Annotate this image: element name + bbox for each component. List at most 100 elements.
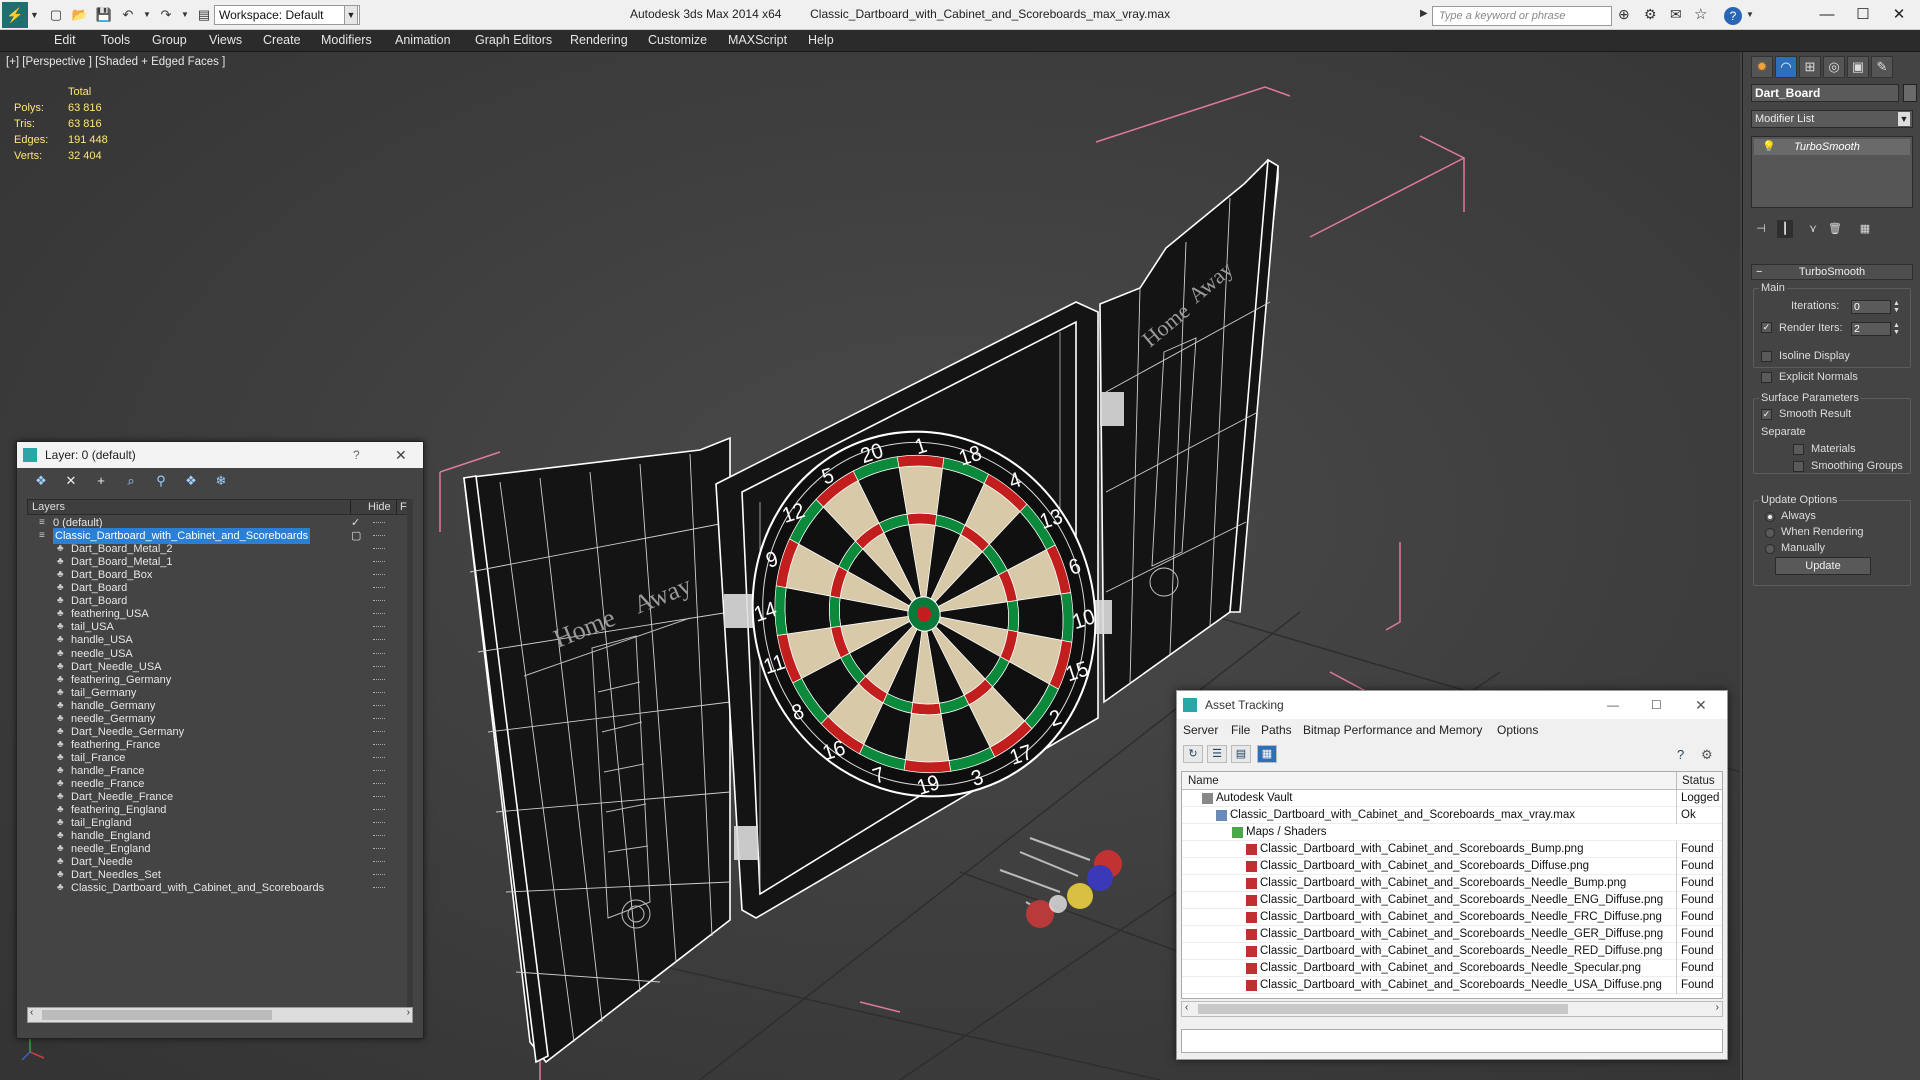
asset-row[interactable]: Maps / Shaders <box>1182 824 1722 841</box>
freeze-toggle[interactable] <box>373 587 385 589</box>
freeze-toggle[interactable] <box>373 874 385 876</box>
asset-row[interactable]: Classic_Dartboard_with_Cabinet_and_Score… <box>1182 977 1722 994</box>
select-layer-objects-icon[interactable]: ⌕ <box>121 472 141 490</box>
undo-dropdown-icon[interactable]: ▼ <box>142 5 152 25</box>
table-view-icon[interactable]: ▦ <box>1257 745 1277 763</box>
scroll-left-icon[interactable]: ‹ <box>1185 1002 1188 1013</box>
menu-tools[interactable]: Tools <box>101 33 130 47</box>
help-icon[interactable]: ? <box>353 442 360 468</box>
turbosmooth-rollout-header[interactable]: − TurboSmooth <box>1751 264 1913 280</box>
freeze-toggle[interactable] <box>373 769 385 772</box>
asset-row[interactable]: Classic_Dartboard_with_Cabinet_and_Score… <box>1182 909 1722 926</box>
render-iters-spinner[interactable]: 2 <box>1851 322 1891 336</box>
menu-customize[interactable]: Customize <box>648 33 707 47</box>
app-menu-arrow-icon[interactable]: ▼ <box>30 10 39 20</box>
configure-sets-icon[interactable]: ▦ <box>1857 220 1873 238</box>
col-hide[interactable]: Hide <box>368 500 391 514</box>
create-layer-icon[interactable]: ❖ <box>31 472 51 490</box>
iterations-spinner[interactable]: 0 <box>1851 300 1891 314</box>
materials-checkbox[interactable] <box>1793 444 1804 455</box>
menu-create[interactable]: Create <box>263 33 301 47</box>
workspace-dropdown[interactable]: Workspace: Default ▼ <box>214 5 360 25</box>
freeze-toggle[interactable] <box>373 717 385 720</box>
layer-horizontal-scrollbar[interactable]: ‹ › <box>27 1007 413 1023</box>
object-name-field[interactable]: Dart_Board <box>1751 84 1899 102</box>
asset-menu-file[interactable]: File <box>1231 719 1250 741</box>
isoline-display-checkbox[interactable] <box>1761 351 1772 362</box>
menu-edit[interactable]: Edit <box>54 33 76 47</box>
render-iters-checkbox[interactable]: ✓ <box>1761 322 1772 333</box>
highlight-layer-icon[interactable]: ⚲ <box>151 472 171 490</box>
search-input[interactable]: Type a keyword or phrase <box>1432 6 1612 26</box>
freeze-toggle[interactable] <box>373 665 385 668</box>
project-folder-icon[interactable]: ▤ <box>194 5 214 25</box>
rollout-collapse-icon[interactable]: − <box>1756 265 1762 279</box>
search-expand-icon[interactable]: ▶ <box>1420 8 1428 19</box>
lightbulb-icon[interactable]: 💡 <box>1762 139 1776 155</box>
scroll-right-icon[interactable]: › <box>407 1007 410 1018</box>
manually-radio[interactable] <box>1765 544 1775 554</box>
explicit-normals-checkbox[interactable] <box>1761 372 1772 383</box>
maximize-icon[interactable]: ☐ <box>1651 691 1662 719</box>
freeze-toggle[interactable] <box>373 522 385 524</box>
freeze-toggle[interactable] <box>373 548 385 550</box>
modifier-list-dropdown[interactable]: Modifier List ▼ <box>1751 110 1913 128</box>
menu-help[interactable]: Help <box>808 33 834 47</box>
asset-settings-icon[interactable]: ⚙ <box>1701 747 1713 763</box>
freeze-all-layers-icon[interactable]: ❄ <box>211 472 231 490</box>
freeze-toggle[interactable] <box>373 848 385 850</box>
add-to-layer-icon[interactable]: + <box>91 472 111 490</box>
display-tab-icon[interactable]: ▣ <box>1847 56 1869 78</box>
undo-icon[interactable]: ↶ <box>118 5 138 25</box>
minimize-icon[interactable]: — <box>1607 691 1619 719</box>
help-dropdown-icon[interactable]: ▼ <box>1746 10 1754 19</box>
always-radio[interactable] <box>1765 512 1775 522</box>
freeze-toggle[interactable] <box>373 835 385 837</box>
create-tab-icon[interactable]: ✹ <box>1751 56 1773 78</box>
show-end-result-icon[interactable]: ┃ <box>1777 220 1793 238</box>
chevron-down-icon[interactable]: ▼ <box>1898 112 1910 126</box>
freeze-toggle[interactable] <box>373 535 385 537</box>
col-name[interactable]: Name <box>1188 772 1219 790</box>
motion-tab-icon[interactable]: ◎ <box>1823 56 1845 78</box>
freeze-toggle[interactable] <box>373 822 385 824</box>
help-icon[interactable]: ? <box>1724 7 1742 25</box>
asset-help-icon[interactable]: ? <box>1677 747 1684 762</box>
menu-animation[interactable]: Animation <box>395 33 451 47</box>
list-view-icon[interactable]: ☰ <box>1207 745 1227 763</box>
asset-row[interactable]: Classic_Dartboard_with_Cabinet_and_Score… <box>1182 960 1722 977</box>
asset-row[interactable]: Classic_Dartboard_with_Cabinet_and_Score… <box>1182 943 1722 960</box>
menu-modifiers[interactable]: Modifiers <box>321 33 372 47</box>
thumbnail-view-icon[interactable]: ▤ <box>1231 745 1251 763</box>
menu-group[interactable]: Group <box>152 33 187 47</box>
delete-layer-icon[interactable]: ✕ <box>61 472 81 490</box>
make-unique-icon[interactable]: ⋎ <box>1805 220 1821 238</box>
freeze-toggle[interactable] <box>373 704 385 707</box>
freeze-toggle[interactable] <box>373 600 385 602</box>
close-icon[interactable]: ✕ <box>1695 691 1707 719</box>
freeze-toggle[interactable] <box>373 730 385 733</box>
freeze-toggle[interactable] <box>373 796 385 798</box>
stack-item-turbosmooth[interactable]: 💡 TurboSmooth <box>1754 139 1910 155</box>
freeze-toggle[interactable] <box>373 574 385 576</box>
menu-maxscript[interactable]: MAXScript <box>728 33 787 47</box>
app-logo-icon[interactable]: ⚡ <box>2 2 28 28</box>
update-button[interactable]: Update <box>1775 557 1871 575</box>
freeze-toggle[interactable] <box>373 743 385 746</box>
freeze-toggle[interactable] <box>373 861 385 863</box>
scroll-left-icon[interactable]: ‹ <box>30 1007 33 1018</box>
asset-row[interactable]: Autodesk Vault Logged Out <box>1182 790 1722 807</box>
binoculars-icon[interactable]: ⊕ <box>1618 6 1630 23</box>
layer-dialog-titlebar[interactable]: Layer: 0 (default) ? ✕ <box>17 442 423 468</box>
open-file-icon[interactable]: 📂 <box>70 5 90 25</box>
save-file-icon[interactable]: 💾 <box>94 5 114 25</box>
freeze-toggle[interactable] <box>373 783 385 785</box>
asset-dialog-titlebar[interactable]: Asset Tracking — ☐ ✕ <box>1177 691 1727 719</box>
freeze-toggle[interactable] <box>373 691 385 694</box>
freeze-toggle[interactable] <box>373 626 385 628</box>
hide-all-layers-icon[interactable]: ❖ <box>181 472 201 490</box>
asset-menu-bitmap[interactable]: Bitmap Performance and Memory <box>1303 719 1482 741</box>
subscription-icon[interactable]: ⚙ <box>1644 6 1657 23</box>
freeze-toggle[interactable] <box>373 652 385 655</box>
close-icon[interactable]: ✕ <box>395 442 407 468</box>
